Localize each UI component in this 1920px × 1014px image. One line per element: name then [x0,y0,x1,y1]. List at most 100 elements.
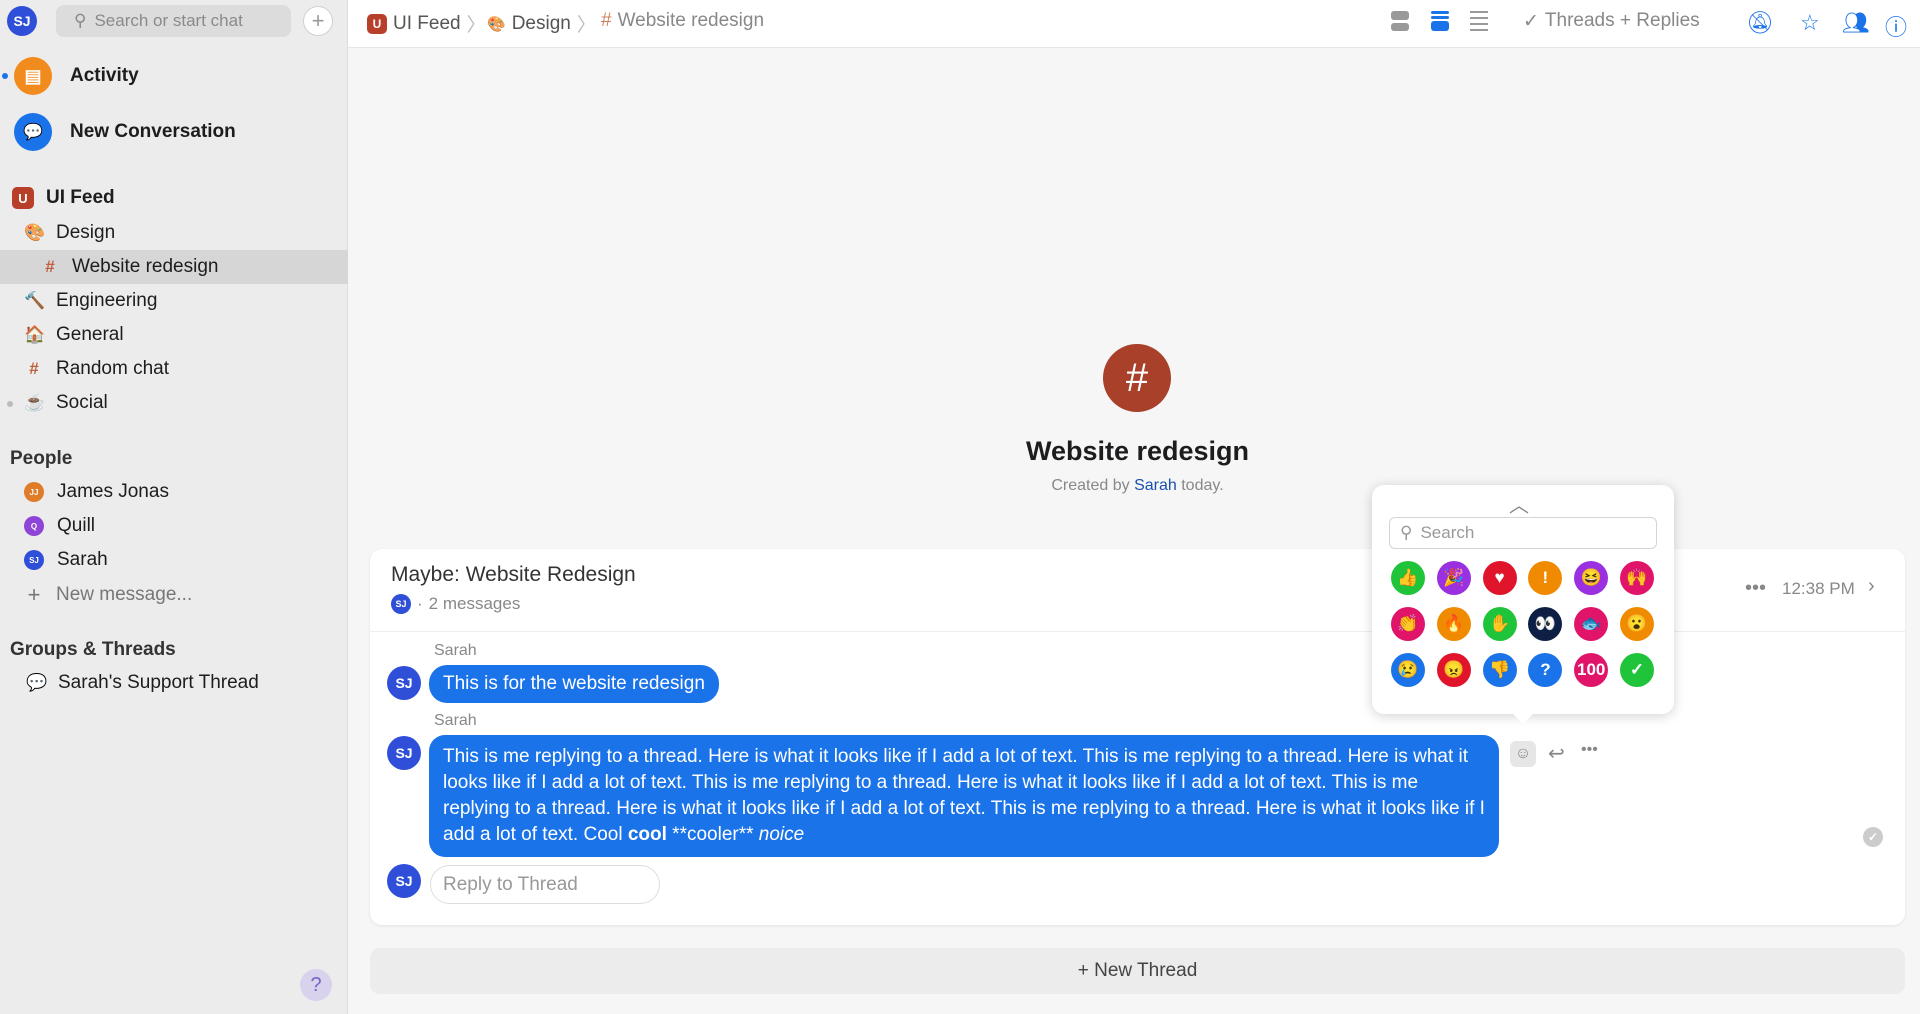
message-author: Sarah [434,712,477,729]
help-button[interactable]: ? [300,969,332,1001]
layout-cards-icon[interactable] [1391,11,1409,31]
thread-title[interactable]: Maybe: Website Redesign [391,563,636,587]
sidebar-item-new-conversation[interactable]: 💬 New Conversation [14,113,362,151]
new-message-label: New message... [56,584,193,605]
emoji-laughing-icon[interactable]: 😆 [1574,561,1609,595]
sidebar-item-channel[interactable]: 🔨 Engineering [0,284,348,318]
add-reaction-icon[interactable]: ☺ [1510,741,1536,767]
emoji-picker: ︿ ⚲ Search 👍 🎉 ♥! 😆 🙌 👏 🔥 ✋ 👀 🐟 😮 😢 😠 👎? 100 ✓ [1372,485,1674,724]
sidebar-item-channel[interactable]: 🎨 Design [0,216,348,250]
sidebar-item-person[interactable]: Q Quill [0,509,348,543]
palette-icon: 🎨 [24,223,46,242]
search-placeholder: Search or start chat [94,11,243,30]
chevron-right-icon: 〉 [576,15,596,36]
emoji-raised-hands-icon[interactable]: 🙌 [1620,561,1654,595]
check-icon: ✓ [1523,11,1539,32]
channel-label: Social [56,392,108,413]
more-icon[interactable]: ••• [1745,577,1766,600]
avatar: SJ [391,594,411,614]
read-check-icon: ✓ [1863,827,1883,847]
layout-list-icon[interactable] [1470,11,1488,31]
hash-icon: # [29,359,39,378]
bell-muted-icon[interactable]: 🔕︎ [1746,10,1774,36]
breadcrumb-design[interactable]: 🎨 Design 〉 [487,10,596,37]
workspace-label: UI Feed [46,187,115,208]
sidebar-item-channel[interactable]: 🏠 General [0,318,348,352]
emoji-thumbs-down-icon[interactable]: 👎 [1482,653,1517,687]
sidebar-item-channel[interactable]: # Website redesign [0,250,348,284]
star-icon[interactable]: ☆ [1800,10,1820,36]
breadcrumb-workspace[interactable]: U UI Feed 〉 [367,10,486,37]
emoji-fish-icon[interactable]: 🐟 [1574,607,1609,641]
new-message-button[interactable]: + New message... [24,578,372,612]
hash-icon: # [601,10,612,31]
chevron-right-icon: 〉 [466,15,486,36]
user-avatar[interactable]: SJ [7,6,37,36]
plus-icon: + [27,582,41,607]
emoji-fire-icon[interactable]: 🔥 [1436,607,1471,641]
add-member-icon[interactable]: 👥︎ [1842,10,1870,36]
person-label: James Jonas [57,481,169,502]
emoji-check-icon[interactable]: ✓ [1620,653,1654,687]
breadcrumb-label: Design [511,12,571,34]
created-prefix: Created by [1051,477,1130,494]
info-icon[interactable]: ⓘ [1885,10,1907,42]
sidebar-item-activity[interactable]: ▤ Activity [14,57,362,95]
new-thread-button[interactable]: + New Thread [370,948,1905,994]
channel-title: Website redesign [1025,436,1250,466]
avatar: SJ [387,736,421,770]
reply-icon[interactable]: ↩ [1548,741,1565,766]
threads-filter[interactable]: ✓ Threads + Replies [1523,10,1700,33]
activity-label: Activity [70,65,139,86]
sidebar-item-channel[interactable]: # Random chat [0,352,348,386]
add-button[interactable]: + [303,6,333,36]
chat-bubble-icon: 💬 [14,113,52,151]
emoji-surprised-icon[interactable]: 😮 [1620,607,1654,641]
chevron-up-icon[interactable]: ︿ [1509,489,1529,518]
activity-icon: ▤ [14,57,52,95]
layout-compact-icon[interactable] [1431,11,1449,31]
thread-meta: SJ · 2 messages [391,594,520,614]
hammer-icon: 🔨 [24,291,46,310]
search-icon: ⚲ [1400,523,1413,542]
emoji-question-icon[interactable]: ? [1528,653,1563,687]
channel-label: General [56,324,124,345]
message-count: 2 messages [428,594,521,613]
chevron-right-icon[interactable]: › [1868,575,1875,598]
channel-label: Website redesign [72,256,219,277]
emoji-exclamation-icon[interactable]: ! [1528,561,1563,595]
sidebar-item-person[interactable]: JJ James Jonas [0,475,348,509]
emoji-hundred-icon[interactable]: 100 [1574,653,1609,687]
sidebar-item-channel[interactable]: ☕ Social [0,386,348,420]
channel-label: Random chat [56,358,170,379]
emoji-wave-icon[interactable]: ✋ [1482,607,1517,641]
search-input[interactable]: ⚲ Search or start chat [56,5,291,37]
creator-link[interactable]: Sarah [1134,477,1177,494]
person-label: Quill [57,515,96,536]
workspace-icon: U [367,13,387,34]
more-icon[interactable]: ••• [1581,741,1598,759]
emoji-angry-icon[interactable]: 😠 [1436,653,1471,687]
sidebar-item-person[interactable]: SJ Sarah [0,543,348,577]
emoji-eyes-icon[interactable]: 👀 [1528,607,1563,641]
message-text: **cooler** [666,824,759,845]
emoji-party-popper-icon[interactable]: 🎉 [1436,561,1471,595]
search-icon: ⚲ [74,11,87,30]
emoji-search-input[interactable]: ⚲ Search [1389,517,1657,549]
search-placeholder: Search [1420,523,1475,542]
sidebar-item-workspace[interactable]: U UI Feed [12,181,360,215]
emoji-sad-icon[interactable]: 😢 [1391,653,1425,687]
reply-input[interactable]: Reply to Thread [430,865,660,904]
breadcrumb-label: UI Feed [393,12,461,34]
emoji-heart-icon[interactable]: ♥ [1482,561,1517,595]
avatar: SJ [387,864,421,898]
emoji-clapping-icon[interactable]: 👏 [1391,607,1425,641]
emoji-thumbs-up-icon[interactable]: 👍 [1391,561,1425,595]
message-author: Sarah [434,642,477,659]
message-text: This is me replying to a thread. Here is… [443,746,1485,845]
sidebar-item-group[interactable]: 💬 Sarah's Support Thread [26,666,374,700]
breadcrumb-channel[interactable]: # Website redesign [601,10,764,32]
workspace-icon: U [12,187,34,209]
created-suffix: today. [1181,477,1224,494]
coffee-icon: ☕ [24,393,46,412]
